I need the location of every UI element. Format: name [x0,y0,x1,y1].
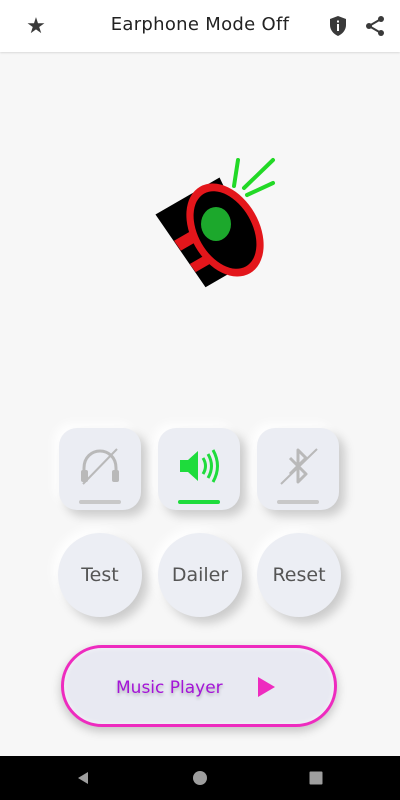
test-button[interactable]: Test [58,533,142,617]
play-icon [258,677,275,697]
reset-button[interactable]: Reset [257,533,341,617]
home-icon[interactable] [192,770,208,786]
bluetooth-off-icon [280,448,318,485]
shield-info-icon[interactable] [326,14,350,38]
bluetooth-indicator [277,500,319,504]
music-player-button[interactable]: Music Player [61,645,337,727]
speaker-toggle-button[interactable] [158,428,240,510]
share-icon[interactable] [363,14,387,38]
speaker-on-icon [180,449,219,483]
back-icon[interactable] [75,770,91,786]
music-player-label: Music Player [116,678,223,698]
headphone-off-icon [81,448,119,485]
bluetooth-toggle-button[interactable] [257,428,339,510]
speaker-illustration [155,158,275,288]
recents-icon[interactable] [308,770,324,786]
speaker-indicator [178,500,220,504]
app-bar: ★ Earphone Mode Off [0,0,400,52]
dailer-button[interactable]: Dailer [158,533,242,617]
headphone-indicator [79,500,121,504]
navigation-bar [0,756,400,800]
headphone-toggle-button[interactable] [59,428,141,510]
